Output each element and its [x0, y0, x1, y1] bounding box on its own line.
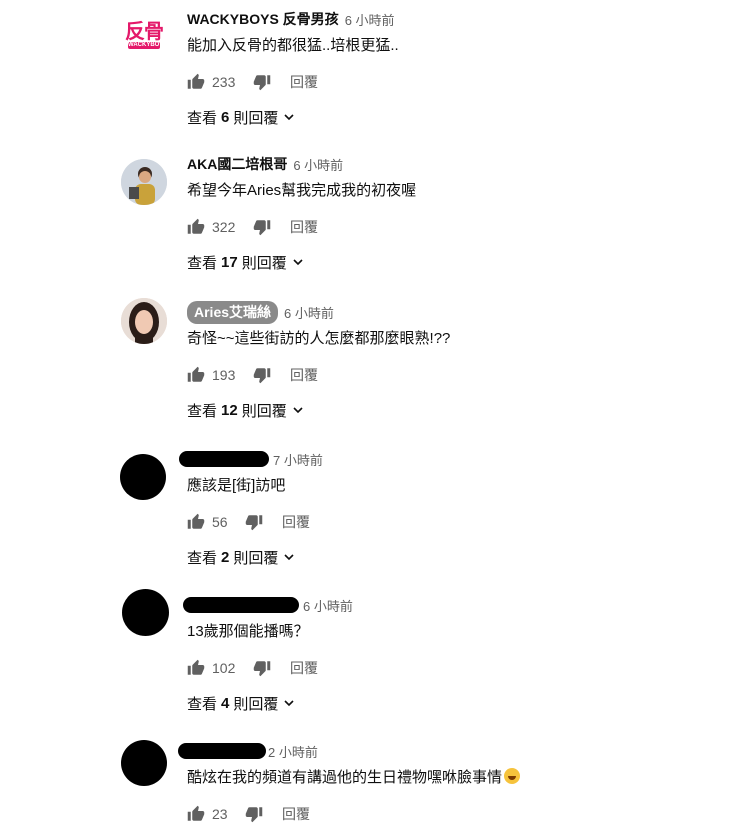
thumbs-down-icon[interactable] — [252, 365, 272, 385]
reply-count: 17 — [221, 253, 238, 271]
thumbs-down-icon[interactable] — [252, 217, 272, 237]
avatar-photo — [121, 159, 167, 205]
thumbs-up-icon[interactable] — [186, 365, 206, 385]
thumbs-down-icon[interactable] — [244, 804, 264, 824]
view-replies-button[interactable]: 查看 17 則回覆 — [187, 251, 306, 273]
view-replies-button[interactable]: 查看 6 則回覆 — [187, 106, 297, 128]
reply-count: 4 — [221, 694, 230, 712]
like-count: 102 — [212, 660, 236, 676]
like-count: 322 — [212, 219, 236, 235]
reply-button[interactable]: 回覆 — [282, 804, 310, 824]
comment-header: 6 小時前 — [183, 594, 353, 616]
thumbs-up-icon[interactable] — [186, 512, 206, 532]
redacted-author-name — [179, 451, 269, 467]
timestamp[interactable]: 6 小時前 — [345, 10, 395, 29]
reply-count: 12 — [221, 401, 238, 419]
avatar[interactable] — [120, 454, 166, 500]
reply-button[interactable]: 回覆 — [290, 658, 318, 678]
comment-header: WACKYBOYS 反骨男孩 6 小時前 — [187, 8, 395, 30]
reply-count: 2 — [221, 548, 230, 566]
timestamp[interactable]: 6 小時前 — [303, 596, 353, 615]
reply-button[interactable]: 回覆 — [290, 217, 318, 237]
chevron-down-icon — [284, 700, 294, 707]
author-name[interactable]: WACKYBOYS 反骨男孩 — [187, 9, 339, 29]
avatar[interactable] — [121, 740, 167, 786]
thumbs-up-icon[interactable] — [186, 72, 206, 92]
comment-header: 2 小時前 — [178, 740, 318, 762]
view-replies-button[interactable]: 查看 12 則回覆 — [187, 399, 306, 421]
comment-text-content: 酷炫在我的頻道有講過他的生日禮物嘿咻臉事情 — [187, 769, 503, 786]
comment-text: 奇怪~~這些街訪的人怎麼都那麼眼熟!?? — [187, 330, 451, 347]
view-replies-suffix: 則回覆 — [233, 695, 279, 713]
comment-actions: 56 回覆 — [186, 510, 310, 534]
comment-actions: 23 回覆 — [186, 802, 310, 826]
view-replies-suffix: 則回覆 — [241, 402, 287, 420]
thumbs-down-icon[interactable] — [244, 512, 264, 532]
redacted-author-name — [178, 743, 266, 759]
chevron-down-icon — [293, 259, 303, 266]
reply-button[interactable]: 回覆 — [282, 512, 310, 532]
view-replies-prefix: 查看 — [187, 695, 218, 713]
like-count: 56 — [212, 514, 228, 530]
like-count: 23 — [212, 806, 228, 822]
reply-button[interactable]: 回覆 — [290, 72, 318, 92]
comment-header: Aries艾瑞絲 6 小時前 — [187, 300, 334, 324]
owner-author-badge[interactable]: Aries艾瑞絲 — [187, 300, 279, 324]
chevron-down-icon — [284, 554, 294, 561]
thumbs-up-icon[interactable] — [186, 804, 206, 824]
thumbs-up-icon[interactable] — [186, 658, 206, 678]
reply-count: 6 — [221, 108, 230, 126]
avatar[interactable] — [121, 298, 167, 344]
chevron-down-icon — [293, 407, 303, 414]
view-replies-suffix: 則回覆 — [241, 254, 287, 272]
comment-actions: 193 回覆 — [186, 363, 318, 387]
avatar[interactable]: 反骨 WACKYBOYS — [121, 14, 167, 60]
grinning-sweat-emoji — [504, 768, 521, 784]
timestamp[interactable]: 7 小時前 — [273, 450, 323, 469]
chevron-down-icon — [284, 114, 294, 121]
view-replies-prefix: 查看 — [187, 254, 218, 272]
timestamp[interactable]: 6 小時前 — [293, 155, 343, 174]
thumbs-up-icon[interactable] — [186, 217, 206, 237]
timestamp[interactable]: 6 小時前 — [284, 303, 334, 322]
comment-text: 酷炫在我的頻道有講過他的生日禮物嘿咻臉事情 — [187, 766, 521, 787]
view-replies-prefix: 查看 — [187, 402, 218, 420]
like-count: 193 — [212, 367, 236, 383]
comment-actions: 233 回覆 — [186, 70, 318, 94]
reply-button[interactable]: 回覆 — [290, 365, 318, 385]
view-replies-prefix: 查看 — [187, 549, 218, 567]
comment-header: 7 小時前 — [179, 448, 323, 470]
comment-text: 13歲那個能播嗎？ — [187, 623, 309, 640]
comment-text: 應該是[街]訪吧 — [187, 477, 286, 494]
comment-actions: 102 回覆 — [186, 656, 318, 680]
thumbs-down-icon[interactable] — [252, 658, 272, 678]
avatar[interactable] — [121, 159, 167, 205]
avatar-photo — [121, 298, 167, 344]
view-replies-button[interactable]: 查看 4 則回覆 — [187, 692, 297, 714]
like-count: 233 — [212, 74, 236, 90]
view-replies-suffix: 則回覆 — [233, 109, 279, 127]
channel-logo: 反骨 WACKYBOYS — [125, 19, 167, 49]
comment-text: 希望今年Aries幫我完成我的初夜喔 — [187, 182, 417, 199]
comment-text: 能加入反骨的都很猛..培根更猛.. — [187, 37, 399, 54]
view-replies-suffix: 則回覆 — [233, 549, 279, 567]
view-replies-button[interactable]: 查看 2 則回覆 — [187, 546, 297, 568]
comment-actions: 322 回覆 — [186, 215, 318, 239]
author-name[interactable]: AKA國二培根哥 — [187, 154, 287, 174]
avatar[interactable] — [122, 589, 169, 636]
thumbs-down-icon[interactable] — [252, 72, 272, 92]
timestamp[interactable]: 2 小時前 — [268, 742, 318, 761]
view-replies-prefix: 查看 — [187, 109, 218, 127]
comment-header: AKA國二培根哥 6 小時前 — [187, 153, 343, 175]
redacted-author-name — [183, 597, 299, 613]
